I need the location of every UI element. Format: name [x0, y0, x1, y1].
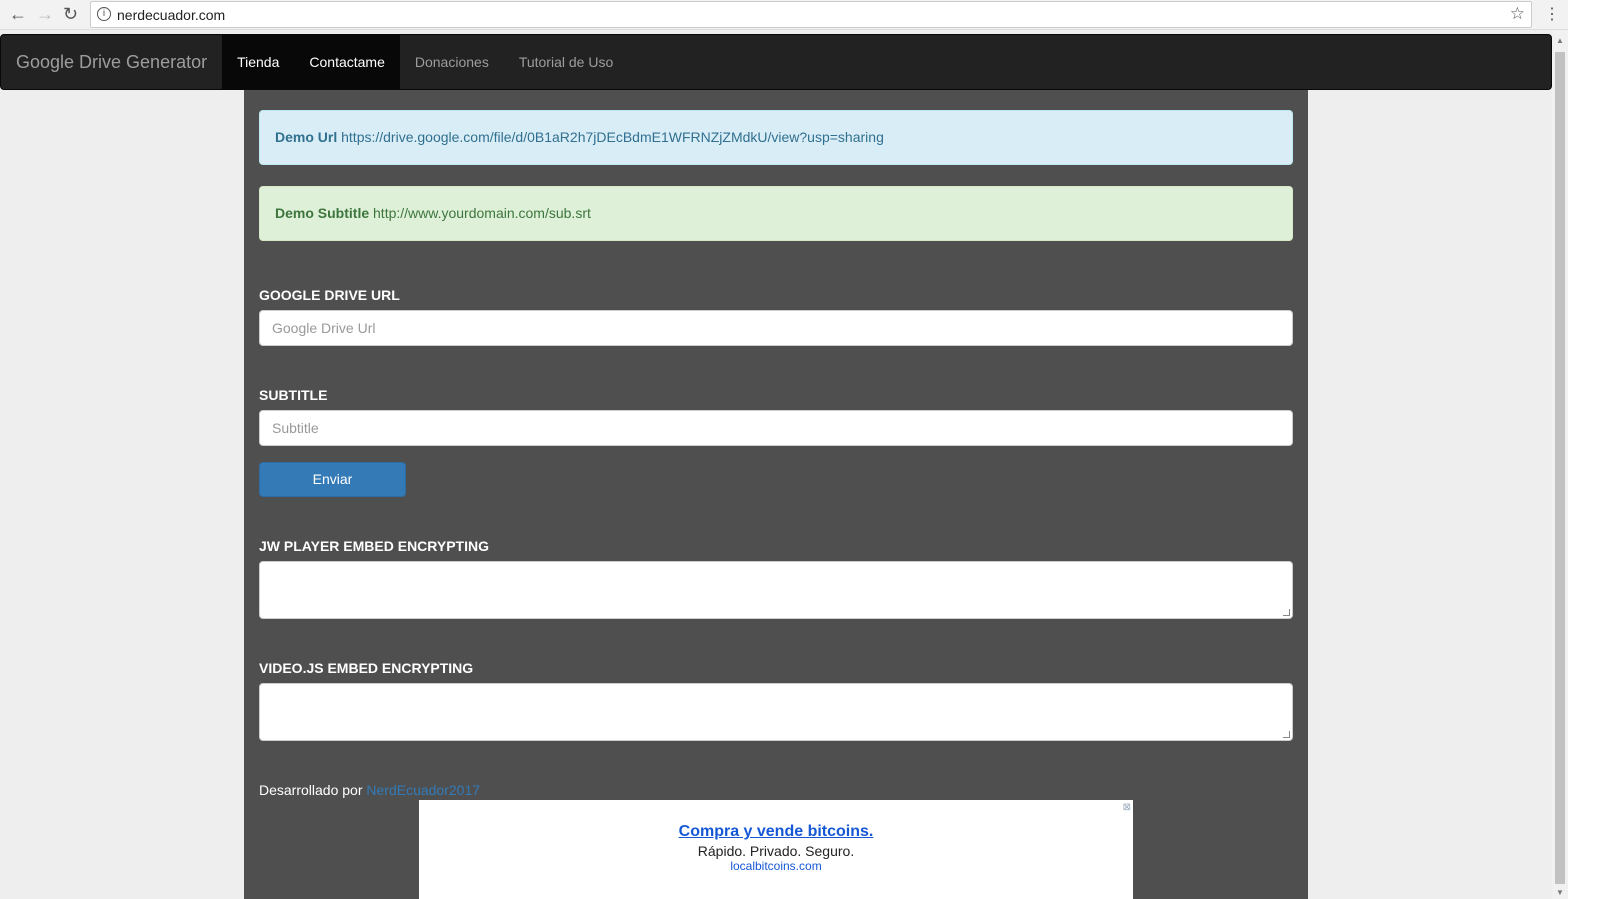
videojs-embed-textarea[interactable]: [259, 683, 1293, 741]
drive-url-input[interactable]: Google Drive Url: [259, 310, 1293, 346]
scroll-down-icon[interactable]: ▼: [1556, 888, 1564, 897]
subtitle-input[interactable]: Subtitle: [259, 410, 1293, 446]
scrollbar-thumb[interactable]: [1555, 52, 1565, 884]
ad-title-link[interactable]: Compra y vende bitcoins.: [679, 823, 874, 841]
resize-grip-icon[interactable]: [1283, 731, 1290, 738]
bookmark-star-icon[interactable]: ☆: [1510, 4, 1525, 24]
browser-menu-icon[interactable]: ⋮: [1544, 4, 1560, 24]
navbar: Google Drive Generator Tienda Contactame…: [0, 34, 1552, 90]
demo-url-label: Demo Url: [275, 129, 338, 145]
footer-link[interactable]: NerdEcuador2017: [366, 782, 480, 798]
nav-tutorial[interactable]: Tutorial de Uso: [504, 35, 628, 89]
drive-url-label: GOOGLE DRIVE URL: [259, 287, 400, 303]
forward-icon[interactable]: →: [36, 4, 54, 25]
scroll-up-icon[interactable]: ▲: [1556, 36, 1564, 45]
address-bar[interactable]: i nerdecuador.com ☆: [90, 1, 1532, 28]
back-icon[interactable]: ←: [9, 4, 27, 25]
ad-subtitle: Rápido. Privado. Seguro.: [697, 843, 855, 859]
resize-grip-icon[interactable]: [1283, 609, 1290, 616]
url-text: nerdecuador.com: [117, 7, 226, 23]
jw-embed-label: JW PLAYER EMBED ENCRYPTING: [259, 538, 489, 554]
brand-link[interactable]: Google Drive Generator: [1, 35, 222, 89]
demo-subtitle-value: http://www.yourdomain.com/sub.srt: [373, 205, 591, 221]
page: Google Drive Generator Tienda Contactame…: [0, 30, 1552, 899]
ad-domain[interactable]: localbitcoins.com: [419, 859, 1133, 873]
ad-choices-icon[interactable]: ⊠: [1123, 802, 1131, 813]
footer: Desarrollado por NerdEcuador2017: [259, 782, 1293, 798]
jw-embed-textarea[interactable]: [259, 561, 1293, 619]
nav-donaciones[interactable]: Donaciones: [400, 35, 504, 89]
demo-subtitle-alert: Demo Subtitle http://www.yourdomain.com/…: [259, 186, 1293, 241]
main-container: Demo Url https://drive.google.com/file/d…: [244, 89, 1308, 899]
reload-icon[interactable]: ↻: [63, 4, 78, 25]
footer-text: Desarrollado por: [259, 782, 363, 798]
subtitle-label: SUBTITLE: [259, 387, 328, 403]
nav-tienda[interactable]: Tienda: [222, 35, 295, 89]
demo-url-alert: Demo Url https://drive.google.com/file/d…: [259, 110, 1293, 165]
nav-contactame[interactable]: Contactame: [294, 35, 400, 89]
demo-url-value: https://drive.google.com/file/d/0B1aR2h7…: [341, 129, 884, 145]
demo-subtitle-label: Demo Subtitle: [275, 205, 370, 221]
videojs-embed-label: VIDEO.JS EMBED ENCRYPTING: [259, 660, 474, 676]
ad-banner[interactable]: ⊠ Compra y vende bitcoins. Rápido. Priva…: [419, 800, 1133, 899]
browser-toolbar: ← → ↻ i nerdecuador.com ☆ ⋮: [0, 0, 1568, 30]
scrollbar[interactable]: ▲ ▼: [1552, 30, 1568, 899]
enviar-button[interactable]: Enviar: [259, 462, 406, 497]
info-icon[interactable]: i: [97, 7, 111, 21]
